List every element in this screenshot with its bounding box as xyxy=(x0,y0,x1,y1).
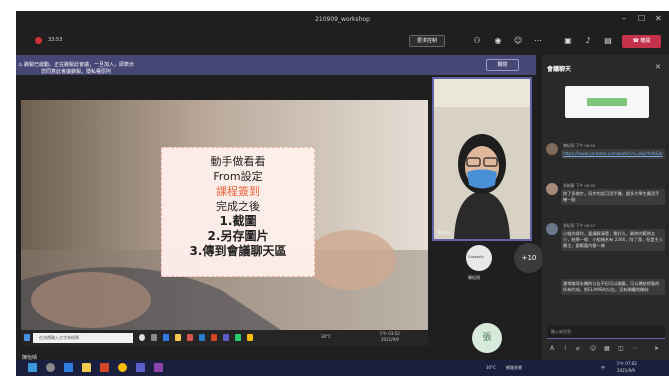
chat-message: 陳紀翔 下午 06:55 https://www.youtube.com/wat… xyxy=(546,143,666,171)
gif-icon[interactable]: ▦ xyxy=(604,345,610,352)
camera-off-icon[interactable]: ▣ xyxy=(562,34,574,47)
chat-image-attachment[interactable] xyxy=(565,86,649,118)
slide-line-2: From設定 xyxy=(213,170,263,183)
avatar xyxy=(546,143,558,155)
format-icon[interactable]: A xyxy=(550,345,554,352)
self-name-label: 陳怡晴 xyxy=(437,230,449,235)
ime-indicator[interactable]: 中 xyxy=(601,365,605,371)
participant-avatar[interactable]: 張 xyxy=(472,323,502,353)
window-titlebar: 210909_workshop – ☐ ✕ xyxy=(16,11,669,29)
slide-line-1: 動手做看看 xyxy=(210,155,266,168)
urgent-icon[interactable]: ! xyxy=(564,345,566,352)
maximize-button[interactable]: ☐ xyxy=(638,14,645,24)
folder-icon xyxy=(175,334,181,341)
slide-line-4: 完成之後 xyxy=(216,200,260,213)
self-video: 陳怡晴 xyxy=(432,77,532,241)
leave-button[interactable]: ☎ 離開 xyxy=(622,35,661,48)
message-link[interactable]: https://www.youtube.com/watch?v=8ejYfsfb… xyxy=(563,151,663,156)
chat-title: 會議聊天 xyxy=(547,66,572,73)
cortana-icon xyxy=(139,334,145,341)
avatar xyxy=(546,223,558,235)
chat-message: 張婉蓁 下午 06:55 除了多按步，同步的話可用手機，跟多大學生應用手機一點 xyxy=(546,183,666,213)
shared-screen: 動手做看看 From設定 課程簽到 完成之後 1.截圖 2.另存圖片 3.傳到會… xyxy=(21,100,428,346)
mic-off-icon[interactable]: ♪ xyxy=(582,34,594,47)
chat-message: 課常編導永續的公告不但可以開看，可以傳給想看的所有的成，把ELAMS的公告，沒有… xyxy=(546,279,666,309)
avatar xyxy=(546,183,558,195)
request-control-button[interactable]: 要求控制 xyxy=(409,35,445,47)
recording-message: ⚠ 錄製已啟動。正在錄製此會議，一旦加入，即表示您同意此會議錄製。隱私權原則 xyxy=(17,62,135,75)
taskbar-weather-status: 網路多雲 xyxy=(506,365,522,370)
sticker-icon[interactable]: ◫ xyxy=(618,345,624,352)
teams-icon xyxy=(223,334,229,341)
message-bubble: 課常編導永續的公告不但可以開看，可以傳給想看的所有的成，把ELAMS的公告，沒有… xyxy=(561,279,665,295)
chat-close-icon[interactable]: ✕ xyxy=(655,63,661,71)
message-bubble: 除了多按步，同步的話可用手機，跟多大學生應用手機一點 xyxy=(561,189,665,205)
shared-weather: 30°C xyxy=(321,334,331,339)
self-video-feed xyxy=(434,79,530,239)
shared-date: 2021/9/9 xyxy=(381,337,399,342)
search-icon[interactable] xyxy=(46,363,55,372)
powerpoint-icon xyxy=(211,334,217,341)
windows-taskbar: 30°C 網路多雲 中 下午 07:02 2021/9/9 xyxy=(16,360,669,376)
recording-indicator-icon xyxy=(35,37,42,44)
slide-line-6: 2.另存圖片 xyxy=(207,229,269,243)
reactions-icon[interactable]: ☺ xyxy=(512,34,524,47)
taskbar-weather: 30°C xyxy=(486,365,496,370)
taskbar-date: 2021/9/9 xyxy=(617,368,635,373)
attendee-avatar[interactable]: Gustavhi xyxy=(466,245,492,271)
teams-icon[interactable] xyxy=(136,363,145,372)
screenshot-page: 210909_workshop – ☐ ✕ 33:53 要求控制 ⚇ ◉ ☺ ⋯… xyxy=(0,0,669,376)
send-icon[interactable]: ➤ xyxy=(654,345,659,352)
people-icon[interactable]: ⚇ xyxy=(471,34,483,47)
share-tray-icon[interactable]: ▤ xyxy=(602,34,614,47)
close-window-button[interactable]: ✕ xyxy=(655,14,662,24)
minimize-button[interactable]: – xyxy=(622,14,626,24)
chat-toolbar: A ! ⌀ ☺ ▦ ◫ ⋯ ➤ xyxy=(550,345,665,355)
chrome-icon[interactable] xyxy=(118,363,127,372)
teams-meeting-window: 210909_workshop – ☐ ✕ 33:53 要求控制 ⚇ ◉ ☺ ⋯… xyxy=(16,11,669,376)
chat-icon[interactable]: ◉ xyxy=(492,34,504,47)
attach-icon[interactable]: ⌀ xyxy=(576,345,580,352)
more-icon[interactable]: ⋯ xyxy=(532,34,544,47)
meeting-stage: 動手做看看 From設定 課程簽到 完成之後 1.截圖 2.另存圖片 3.傳到會… xyxy=(16,75,544,361)
shared-search-box: 在這裡輸入文字來搜尋 xyxy=(33,333,133,343)
recording-banner: ⚠ 錄製已啟動。正在錄製此會議，一旦加入，即表示您同意此會議錄製。隱私權原則 關… xyxy=(16,55,536,75)
meeting-toolbar: 33:53 要求控制 ⚇ ◉ ☺ ⋯ ▣ ♪ ▤ ☎ 離開 xyxy=(16,29,669,55)
start-icon xyxy=(24,334,30,341)
app-icon[interactable] xyxy=(154,363,163,372)
edge-icon[interactable] xyxy=(64,363,73,372)
chat-panel: 會議聊天 ✕ 陳紀翔 下午 06:55 https://www.youtube.… xyxy=(542,55,669,360)
meeting-timer: 33:53 xyxy=(48,37,63,43)
shared-taskbar: 在這裡輸入文字來搜尋 30°C 下午 03:52 2021/9/9 xyxy=(21,330,428,346)
line-icon xyxy=(235,334,241,341)
banner-close-button[interactable]: 關閉 xyxy=(486,59,519,71)
store-icon xyxy=(187,334,193,341)
more-participants-button[interactable]: +10 xyxy=(514,243,544,273)
attendee-initials: Gustavhi xyxy=(468,255,484,259)
attendee-name: 陳紀翔 xyxy=(468,275,480,280)
more-icon[interactable]: ⋯ xyxy=(632,345,638,352)
mail-icon xyxy=(199,334,205,341)
powerpoint-icon[interactable] xyxy=(100,363,109,372)
chat-input[interactable]: 輸入新訊息 xyxy=(547,325,665,339)
slide-line-7: 3.傳到會議聊天區 xyxy=(189,244,287,258)
slide-line-3: 課程簽到 xyxy=(216,185,260,198)
slide-line-5: 1.截圖 xyxy=(219,214,257,228)
taskview-icon xyxy=(151,334,157,341)
slide-card: 動手做看看 From設定 課程簽到 完成之後 1.截圖 2.另存圖片 3.傳到會… xyxy=(161,147,315,277)
start-icon[interactable] xyxy=(28,363,37,372)
edge-icon xyxy=(163,334,169,341)
message-bubble: 小組的操作，要講解清楚，需好久，最終的範例太少，結果一條：小組報名有 2266，… xyxy=(561,229,665,251)
recording-message-text: 錄製已啟動。正在錄製此會議，一旦加入，即表示您同意此會議錄製。隱私權原則 xyxy=(24,62,135,75)
folder-icon[interactable] xyxy=(82,363,91,372)
image-bar xyxy=(587,98,627,106)
window-title: 210909_workshop xyxy=(315,16,370,23)
leave-label: 離開 xyxy=(640,38,651,44)
emoji-icon[interactable]: ☺ xyxy=(590,345,596,352)
chat-message: 張紀翔 下午 06:57 小組的操作，要講解清楚，需好久，最終的範例太少，結果一… xyxy=(546,223,666,271)
taskbar-time: 下午 07:02 xyxy=(616,361,637,366)
message-bubble: https://www.youtube.com/watch?v=8ejYfsfb… xyxy=(561,149,665,159)
chrome-icon xyxy=(247,334,253,341)
